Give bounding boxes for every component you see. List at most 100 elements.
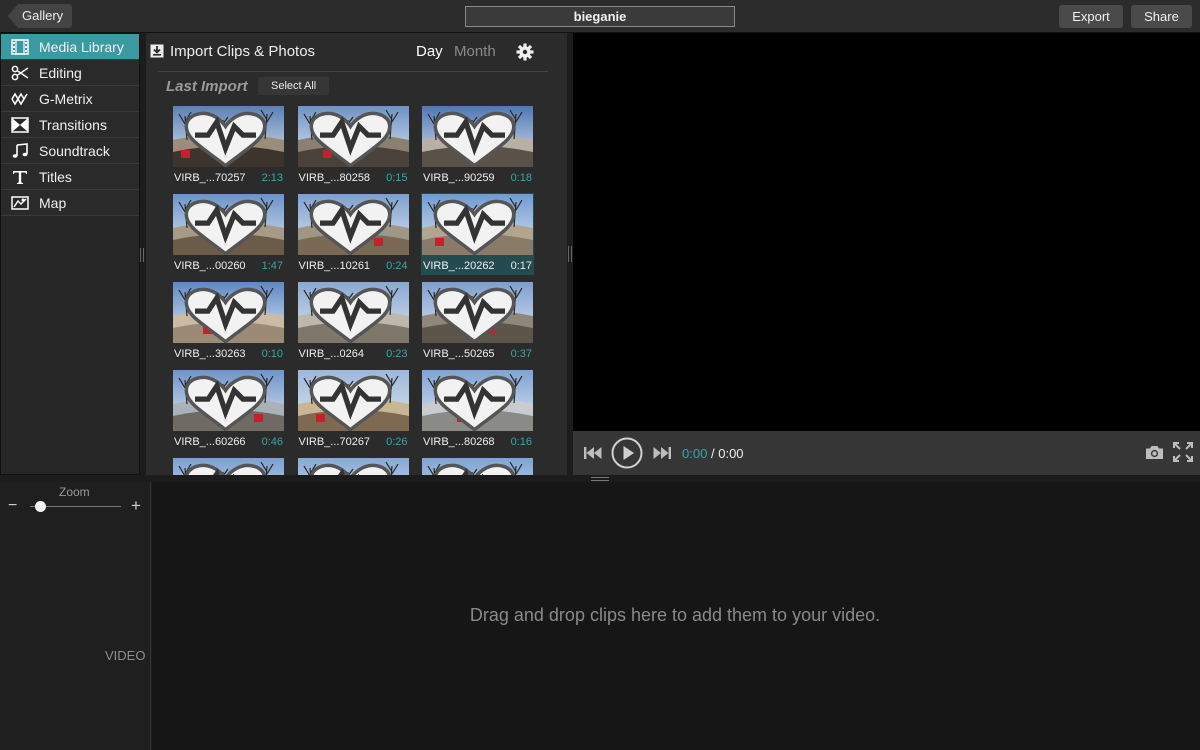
sidebar: Media Library Editing G-Metrix Transitio… (0, 33, 140, 475)
clip-name: VIRB_...0264 (298, 348, 364, 360)
sidebar-item-label: G-Metrix (39, 90, 93, 107)
clip-item[interactable] (297, 457, 410, 475)
clip-item[interactable]: VIRB_...70267 0:26 (297, 369, 410, 451)
tab-month[interactable]: Month (454, 43, 496, 60)
g-metrix-badge-icon (184, 111, 267, 167)
zoom-slider-knob[interactable] (34, 501, 46, 512)
clip-thumbnail (297, 370, 409, 431)
gear-icon[interactable] (516, 43, 534, 61)
clip-duration: 0:37 (510, 348, 532, 360)
total-time: / 0:00 (711, 446, 744, 461)
fullscreen-icon[interactable] (1173, 442, 1193, 462)
clip-thumbnail (173, 458, 284, 475)
clip-duration: 0:18 (510, 172, 532, 184)
clip-item[interactable]: VIRB_...10261 0:24 (297, 193, 410, 275)
g-metrix-badge-icon (433, 199, 516, 255)
timeline-resize-handle[interactable] (591, 477, 609, 481)
zoom-label: Zoom (59, 485, 90, 499)
clip-duration: 0:17 (510, 260, 532, 272)
clip-item[interactable]: VIRB_...0264 0:23 (297, 281, 410, 363)
import-clips-button[interactable]: Import Clips & Photos (170, 43, 315, 60)
clip-item[interactable] (172, 457, 285, 475)
clip-item[interactable]: VIRB_...30263 0:10 (172, 281, 285, 363)
clip-duration: 0:23 (386, 348, 408, 360)
clip-item[interactable]: VIRB_...70257 2:13 (172, 105, 285, 187)
section-title-last-import: Last Import (166, 78, 248, 95)
sidebar-item-transitions[interactable]: Transitions (1, 112, 139, 138)
sidebar-resize-handle[interactable] (140, 248, 144, 262)
clip-thumbnail (297, 194, 409, 255)
g-metrix-badge-icon (184, 287, 267, 343)
clip-name: VIRB_...60266 (174, 436, 246, 448)
g-metrix-badge-icon (184, 375, 267, 431)
g-metrix-badge-icon (433, 375, 516, 431)
clip-name: VIRB_...50265 (423, 348, 495, 360)
library-resize-handle[interactable] (568, 246, 572, 262)
g-metrix-badge-icon (309, 463, 391, 475)
sidebar-item-soundtrack[interactable]: Soundtrack (1, 138, 139, 164)
map-icon (1, 195, 39, 211)
skip-back-icon[interactable] (583, 445, 602, 461)
clip-duration: 0:10 (261, 348, 283, 360)
clip-item[interactable]: VIRB_...80268 0:16 (421, 369, 534, 451)
import-icon[interactable] (150, 44, 164, 58)
clip-item[interactable]: VIRB_...80258 0:15 (297, 105, 410, 187)
clip-name: VIRB_...10261 (298, 260, 371, 272)
clip-name: VIRB_...80268 (423, 436, 495, 448)
sidebar-item-editing[interactable]: Editing (1, 60, 139, 86)
timeline-drop-area[interactable]: Drag and drop clips here to add them to … (152, 482, 1200, 750)
clip-thumbnail (422, 458, 533, 475)
sidebar-item-map[interactable]: Map (1, 190, 139, 216)
clip-duration: 0:16 (510, 436, 532, 448)
clip-duration: 1:47 (261, 260, 283, 272)
sidebar-item-label: Editing (39, 64, 82, 81)
clip-duration: 0:15 (386, 172, 408, 184)
share-button[interactable]: Share (1131, 5, 1192, 28)
clip-duration: 0:26 (386, 436, 408, 448)
sidebar-item-label: Transitions (39, 116, 107, 133)
tab-day[interactable]: Day (416, 43, 443, 60)
clip-item[interactable] (421, 457, 534, 475)
snapshot-camera-icon[interactable] (1145, 445, 1164, 460)
video-preview[interactable] (573, 33, 1200, 431)
clip-duration: 0:24 (386, 260, 408, 272)
top-bar: Gallery bieganie Export Share (0, 0, 1200, 33)
g-metrix-badge-icon (309, 111, 391, 167)
play-icon[interactable] (611, 437, 643, 469)
clip-thumbnail (173, 370, 284, 431)
export-button[interactable]: Export (1059, 5, 1123, 28)
player-controls: 0:00 / 0:00 (573, 431, 1200, 475)
g-metrix-badge-icon (309, 199, 391, 255)
sidebar-item-label: Titles (39, 168, 72, 185)
music-note-icon (1, 142, 39, 159)
sidebar-item-label: Soundtrack (39, 142, 110, 159)
sidebar-item-label: Media Library (39, 38, 124, 55)
clip-thumbnail (422, 106, 533, 167)
sidebar-item-g-metrix[interactable]: G-Metrix (1, 86, 139, 112)
skip-forward-icon[interactable] (653, 445, 672, 461)
g-metrix-badge-icon (433, 111, 516, 167)
clip-name: VIRB_...20262 (423, 260, 495, 272)
select-all-button[interactable]: Select All (258, 77, 330, 95)
clip-name: VIRB_...70257 (174, 172, 246, 184)
gallery-back-button[interactable]: Gallery (8, 4, 73, 28)
clip-item[interactable]: VIRB_...90259 0:18 (421, 105, 534, 187)
track-header-panel: Zoom − + VIDEO (0, 482, 151, 750)
drop-hint-text: Drag and drop clips here to add them to … (469, 605, 881, 625)
clip-item[interactable]: VIRB_...20262 0:17 (421, 193, 534, 275)
clip-thumbnail (173, 194, 284, 255)
project-title-field[interactable]: bieganie (465, 6, 735, 27)
clip-item[interactable]: VIRB_...00260 1:47 (172, 193, 285, 275)
g-metrix-icon (1, 91, 39, 107)
sidebar-item-media-library[interactable]: Media Library (1, 34, 139, 60)
zoom-out-button[interactable]: − (8, 497, 17, 515)
zoom-in-button[interactable]: + (131, 496, 141, 516)
clip-thumbnail (297, 106, 409, 167)
g-metrix-badge-icon (309, 287, 391, 343)
sidebar-item-titles[interactable]: Titles (1, 164, 139, 190)
clip-item[interactable]: VIRB_...60266 0:46 (172, 369, 285, 451)
app-window: Gallery bieganie Export Share Media Libr… (0, 0, 1200, 750)
clip-thumbnail (422, 370, 533, 431)
clip-name: VIRB_...70267 (298, 436, 371, 448)
clip-item[interactable]: VIRB_...50265 0:37 (421, 281, 534, 363)
